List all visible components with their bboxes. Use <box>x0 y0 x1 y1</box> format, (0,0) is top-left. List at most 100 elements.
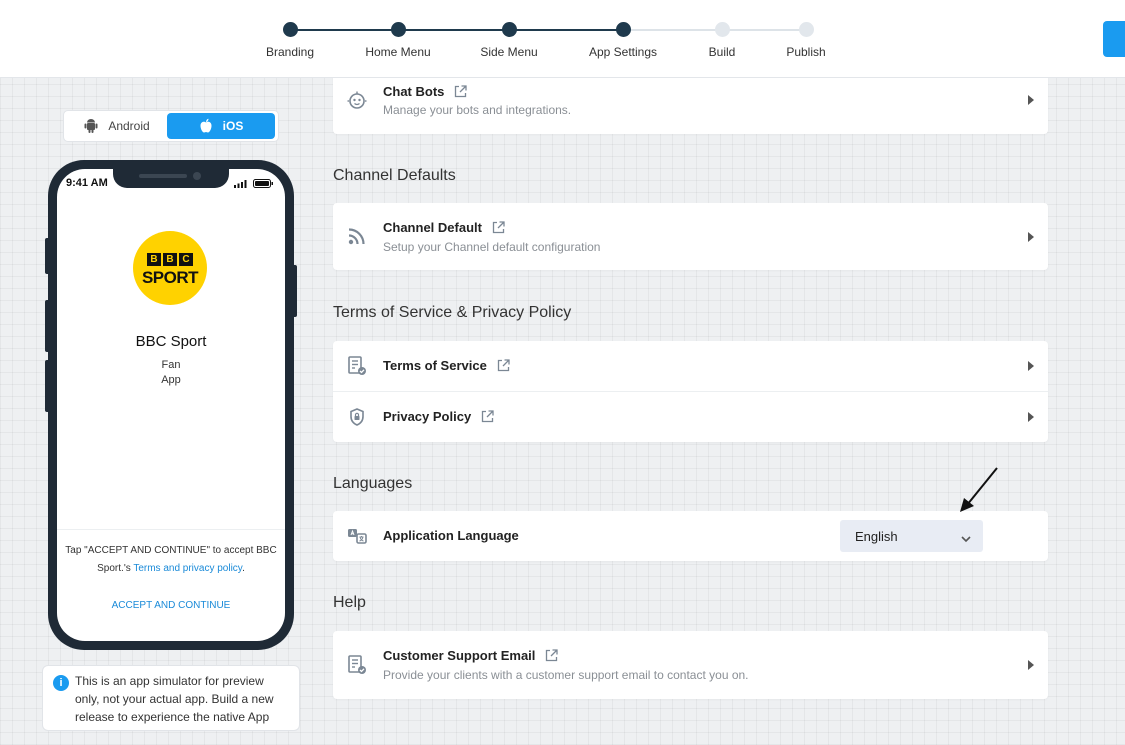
languages-card: Application Language English <box>333 511 1048 561</box>
apple-icon <box>200 118 212 133</box>
phone-simulator: 9:41 AM B B C SPORT BBC Sport Fan App Ta… <box>45 160 297 650</box>
terms-privacy-link[interactable]: Terms and privacy policy <box>133 563 242 574</box>
notch-camera <box>193 172 201 180</box>
chat-bots-card: Chat Bots Manage your bots and integrati… <box>333 70 1048 134</box>
shield-lock-icon <box>347 407 367 427</box>
signal-icon <box>234 180 247 188</box>
top-stepper-bar: Branding Home Menu Side Menu App Setting… <box>0 0 1125 78</box>
phone-terms-area: Tap "ACCEPT AND CONTINUE" to accept BBC … <box>57 529 285 641</box>
terms-of-service-title: Terms of Service <box>383 358 510 373</box>
external-link-icon[interactable] <box>481 410 494 423</box>
channel-defaults-heading: Channel Defaults <box>333 167 456 184</box>
notch-speaker <box>139 174 187 178</box>
channel-defaults-card: Channel Default Setup your Channel defau… <box>333 203 1048 270</box>
step-dot <box>501 22 517 37</box>
chat-bots-desc: Manage your bots and integrations. <box>383 103 572 117</box>
document-check-icon <box>347 655 367 675</box>
accept-continue-button[interactable]: ACCEPT AND CONTINUE <box>57 600 285 611</box>
step-label: Publish <box>786 45 826 59</box>
customer-support-email-row[interactable]: Customer Support Email Provide your clie… <box>333 631 1048 699</box>
platform-toggle: Android iOS <box>63 110 279 142</box>
phone-screen: 9:41 AM B B C SPORT BBC Sport Fan App Ta… <box>57 169 285 641</box>
app-subtitle-line1: Fan <box>161 359 181 371</box>
android-icon <box>84 119 98 133</box>
android-label: Android <box>108 119 150 133</box>
channel-default-title: Channel Default <box>383 220 505 235</box>
top-action-button[interactable] <box>1103 21 1125 57</box>
android-tab[interactable]: Android <box>67 113 167 139</box>
external-link-icon[interactable] <box>492 221 505 234</box>
bbc-sport-logo: B B C SPORT <box>133 231 207 305</box>
step-dot <box>714 22 730 37</box>
terms-of-service-row[interactable]: Terms of Service <box>333 341 1048 391</box>
status-time: 9:41 AM <box>66 177 108 189</box>
bbc-blocks: B B C <box>147 253 193 266</box>
app-name: BBC Sport <box>135 333 207 350</box>
step-dot <box>615 22 631 37</box>
phone-side-button <box>45 300 51 352</box>
application-language-row: Application Language English <box>333 511 1048 561</box>
step-side-menu[interactable]: Side Menu <box>449 22 569 59</box>
privacy-policy-title: Privacy Policy <box>383 409 494 424</box>
step-publish[interactable]: Publish <box>746 22 866 59</box>
phone-notch <box>113 169 229 188</box>
chevron-right-icon <box>1028 361 1034 371</box>
annotation-arrow-icon <box>960 467 998 512</box>
step-label: Branding <box>265 45 315 59</box>
help-heading: Help <box>333 594 366 611</box>
channel-default-label: Channel Default <box>383 220 482 235</box>
step-label: Side Menu <box>480 45 538 59</box>
chevron-right-icon <box>1028 232 1034 242</box>
step-dot <box>390 22 406 37</box>
customer-support-email-label: Customer Support Email <box>383 648 536 663</box>
channel-default-row[interactable]: Channel Default Setup your Channel defau… <box>333 203 1048 270</box>
app-subtitle-line2: App <box>161 374 181 386</box>
chat-bots-label: Chat Bots <box>383 84 445 99</box>
step-home-menu[interactable]: Home Menu <box>338 22 458 59</box>
terms-suffix: . <box>242 563 245 574</box>
terms-privacy-card: Terms of Service Privacy Policy <box>333 341 1048 442</box>
language-select-value: English <box>855 528 898 544</box>
bot-icon <box>347 90 367 110</box>
ios-label: iOS <box>222 119 244 133</box>
privacy-policy-label: Privacy Policy <box>383 409 472 424</box>
phone-side-button <box>45 238 51 274</box>
chevron-right-icon <box>1028 660 1034 670</box>
phone-side-button <box>45 360 51 412</box>
channel-default-desc: Setup your Channel default configuration <box>383 240 601 254</box>
ios-tab[interactable]: iOS <box>167 113 275 139</box>
terms-consent-text: Tap "ACCEPT AND CONTINUE" to accept BBC … <box>65 542 277 578</box>
step-branding[interactable]: Branding <box>230 22 350 59</box>
terms-of-service-label: Terms of Service <box>383 358 487 373</box>
sport-wordmark: SPORT <box>141 268 199 287</box>
rss-icon <box>347 226 367 246</box>
bbc-letter: C <box>179 253 193 266</box>
step-dot <box>282 22 298 37</box>
translate-icon <box>347 526 367 546</box>
step-dot <box>798 22 814 37</box>
application-language-title: Application Language <box>383 528 519 543</box>
battery-icon <box>253 179 273 188</box>
simulator-info-box: i This is an app simulator for preview o… <box>42 665 300 731</box>
chevron-right-icon <box>1028 95 1034 105</box>
external-link-icon[interactable] <box>497 359 510 372</box>
external-link-icon[interactable] <box>454 85 468 98</box>
chevron-right-icon <box>1028 412 1034 422</box>
customer-support-email-desc: Provide your clients with a customer sup… <box>383 668 749 682</box>
chat-bots-row[interactable]: Chat Bots Manage your bots and integrati… <box>333 70 1048 134</box>
customer-support-email-title: Customer Support Email <box>383 648 559 663</box>
language-select[interactable]: English <box>840 520 983 552</box>
bbc-letter: B <box>163 253 177 266</box>
status-icons <box>234 179 273 188</box>
languages-heading: Languages <box>333 475 413 492</box>
external-link-icon[interactable] <box>545 649 559 662</box>
chat-bots-title: Chat Bots <box>383 84 468 99</box>
simulator-info-text: This is an app simulator for preview onl… <box>75 674 274 724</box>
terms-privacy-heading: Terms of Service & Privacy Policy <box>333 304 572 321</box>
privacy-policy-row[interactable]: Privacy Policy <box>333 392 1048 442</box>
info-icon: i <box>53 675 69 691</box>
bbc-letter: B <box>147 253 161 266</box>
document-check-icon <box>347 356 367 376</box>
phone-power-button <box>291 265 297 317</box>
chevron-down-icon <box>961 531 971 546</box>
